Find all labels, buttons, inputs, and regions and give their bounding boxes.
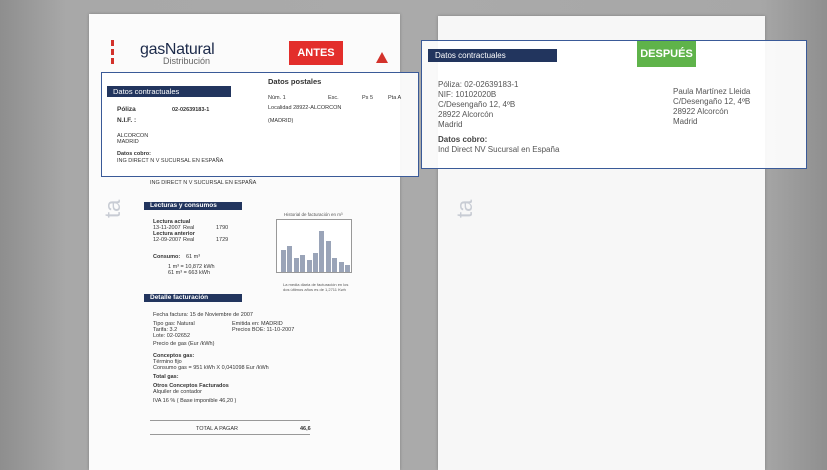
antes-badge: ANTES bbox=[289, 41, 343, 65]
poliza-label: Póliza bbox=[117, 106, 136, 113]
recipient-addr1: C/Desengaño 12, 4ºB bbox=[673, 97, 751, 106]
stage: gasNatural Distribución ANTES ta ING DIR… bbox=[0, 0, 827, 470]
precio-gas: Precio de gas (Eur /kWh) bbox=[153, 341, 215, 347]
cobro-value-before: ING DIRECT N V SUCURSAL EN ESPAÑA bbox=[117, 158, 224, 164]
consumo-label: Consumo: bbox=[153, 254, 181, 260]
cobro-label-before: Datos cobro: bbox=[117, 151, 151, 157]
histogram-bar bbox=[332, 258, 338, 272]
precios-boe: Precios BOE: 11-10-2007 bbox=[232, 327, 295, 333]
postal-header: Datos postales bbox=[268, 77, 322, 86]
recipient-addr2: 28922 Alcorcón bbox=[673, 107, 729, 116]
lectura-anterior-date: 12-09-2007 bbox=[153, 237, 182, 243]
addr3-after: Madrid bbox=[438, 120, 463, 129]
conversion-line-2: 61 m³ = 663 kWh bbox=[168, 270, 211, 276]
postal-madrid: (MADRID) bbox=[268, 118, 294, 124]
cobro-label-after: Datos cobro: bbox=[438, 135, 488, 144]
nif-after: NIF: 10102020B bbox=[438, 90, 497, 99]
addr1-after: C/Desengaño 12, 4ºB bbox=[438, 100, 516, 109]
gas-natural-logo-mark bbox=[111, 40, 116, 68]
total-rule-bottom bbox=[150, 434, 310, 435]
lote: Lote: 02-02652 bbox=[153, 333, 191, 339]
postal-ps: Ps 5 bbox=[362, 95, 374, 101]
histogram-bar bbox=[293, 258, 299, 272]
postal-pta: Pta A bbox=[388, 95, 402, 101]
consumption-histogram bbox=[276, 219, 352, 273]
histogram-bar bbox=[281, 250, 286, 272]
bank-line: ING DIRECT N V SUCURSAL EN ESPAÑA bbox=[150, 180, 257, 186]
fecha-factura: Fecha factura: 15 de Noviembre de 2007 bbox=[153, 312, 253, 318]
histogram-caption: La media diaria de facturación en los do… bbox=[283, 282, 349, 292]
total-value: 46,6 bbox=[300, 426, 311, 432]
histogram-bar bbox=[287, 246, 293, 272]
iva-line: IVA 16 % ( Base imponible 46,20 ) bbox=[153, 398, 237, 404]
lectura-anterior-type: Real bbox=[183, 237, 195, 243]
histogram-title: Historial de facturación en m³ bbox=[284, 212, 343, 217]
histogram-bar bbox=[300, 255, 306, 272]
poliza-value: 02-02639183-1 bbox=[172, 107, 210, 113]
histogram-bar bbox=[306, 260, 312, 272]
contract-box-before: Datos contractuales Póliza 02-02639183-1… bbox=[101, 72, 419, 177]
lecturas-header: Lecturas y consumos bbox=[144, 202, 242, 210]
histogram-bar bbox=[338, 262, 344, 272]
postal-esc: Esc. bbox=[328, 95, 339, 101]
total-label: TOTAL A PAGAR bbox=[196, 426, 238, 432]
contract-header-after: Datos contractuales bbox=[428, 49, 557, 62]
nif-label: N.I.F. : bbox=[117, 117, 137, 124]
brand-sub: Distribución bbox=[163, 56, 211, 66]
contract-box-after: Datos contractuales Póliza: 02-02639183-… bbox=[421, 40, 807, 169]
province: MADRID bbox=[117, 139, 139, 145]
total-gas: Total gas: bbox=[153, 374, 179, 380]
total-rule bbox=[150, 420, 310, 421]
histogram-bar bbox=[313, 253, 318, 272]
cobro-value-after: Ind Direct NV Sucursal en España bbox=[438, 145, 560, 154]
contract-header-before: Datos contractuales bbox=[107, 86, 231, 97]
flame-icon bbox=[376, 52, 388, 63]
side-watermark-after: ta bbox=[452, 199, 477, 218]
lectura-anterior-value: 1729 bbox=[216, 237, 229, 243]
recipient-addr3: Madrid bbox=[673, 117, 698, 126]
consumo-value: 61 m³ bbox=[186, 254, 201, 260]
lectura-actual-value: 1790 bbox=[216, 225, 229, 231]
side-watermark: ta bbox=[100, 199, 125, 218]
despues-badge: DESPUÉS bbox=[637, 41, 696, 67]
histogram-bar bbox=[325, 241, 331, 272]
recipient-name: Paula Martínez Lleida bbox=[673, 87, 751, 96]
alquiler-contador: Alquiler de contador bbox=[153, 389, 202, 395]
postal-num: Núm. 1 bbox=[268, 95, 286, 101]
detalle-header: Detalle facturación bbox=[144, 294, 242, 302]
postal-localidad: Localidad 28922-ALCORCON bbox=[268, 105, 342, 111]
poliza-after: Póliza: 02-02639183-1 bbox=[438, 80, 519, 89]
histogram-bar bbox=[319, 231, 325, 272]
addr2-after: 28922 Alcorcón bbox=[438, 110, 494, 119]
consumo-gas: Consumo gas = 951 kWh X 0,041098 Eur /kW… bbox=[153, 365, 269, 371]
histogram-bar bbox=[345, 265, 350, 272]
